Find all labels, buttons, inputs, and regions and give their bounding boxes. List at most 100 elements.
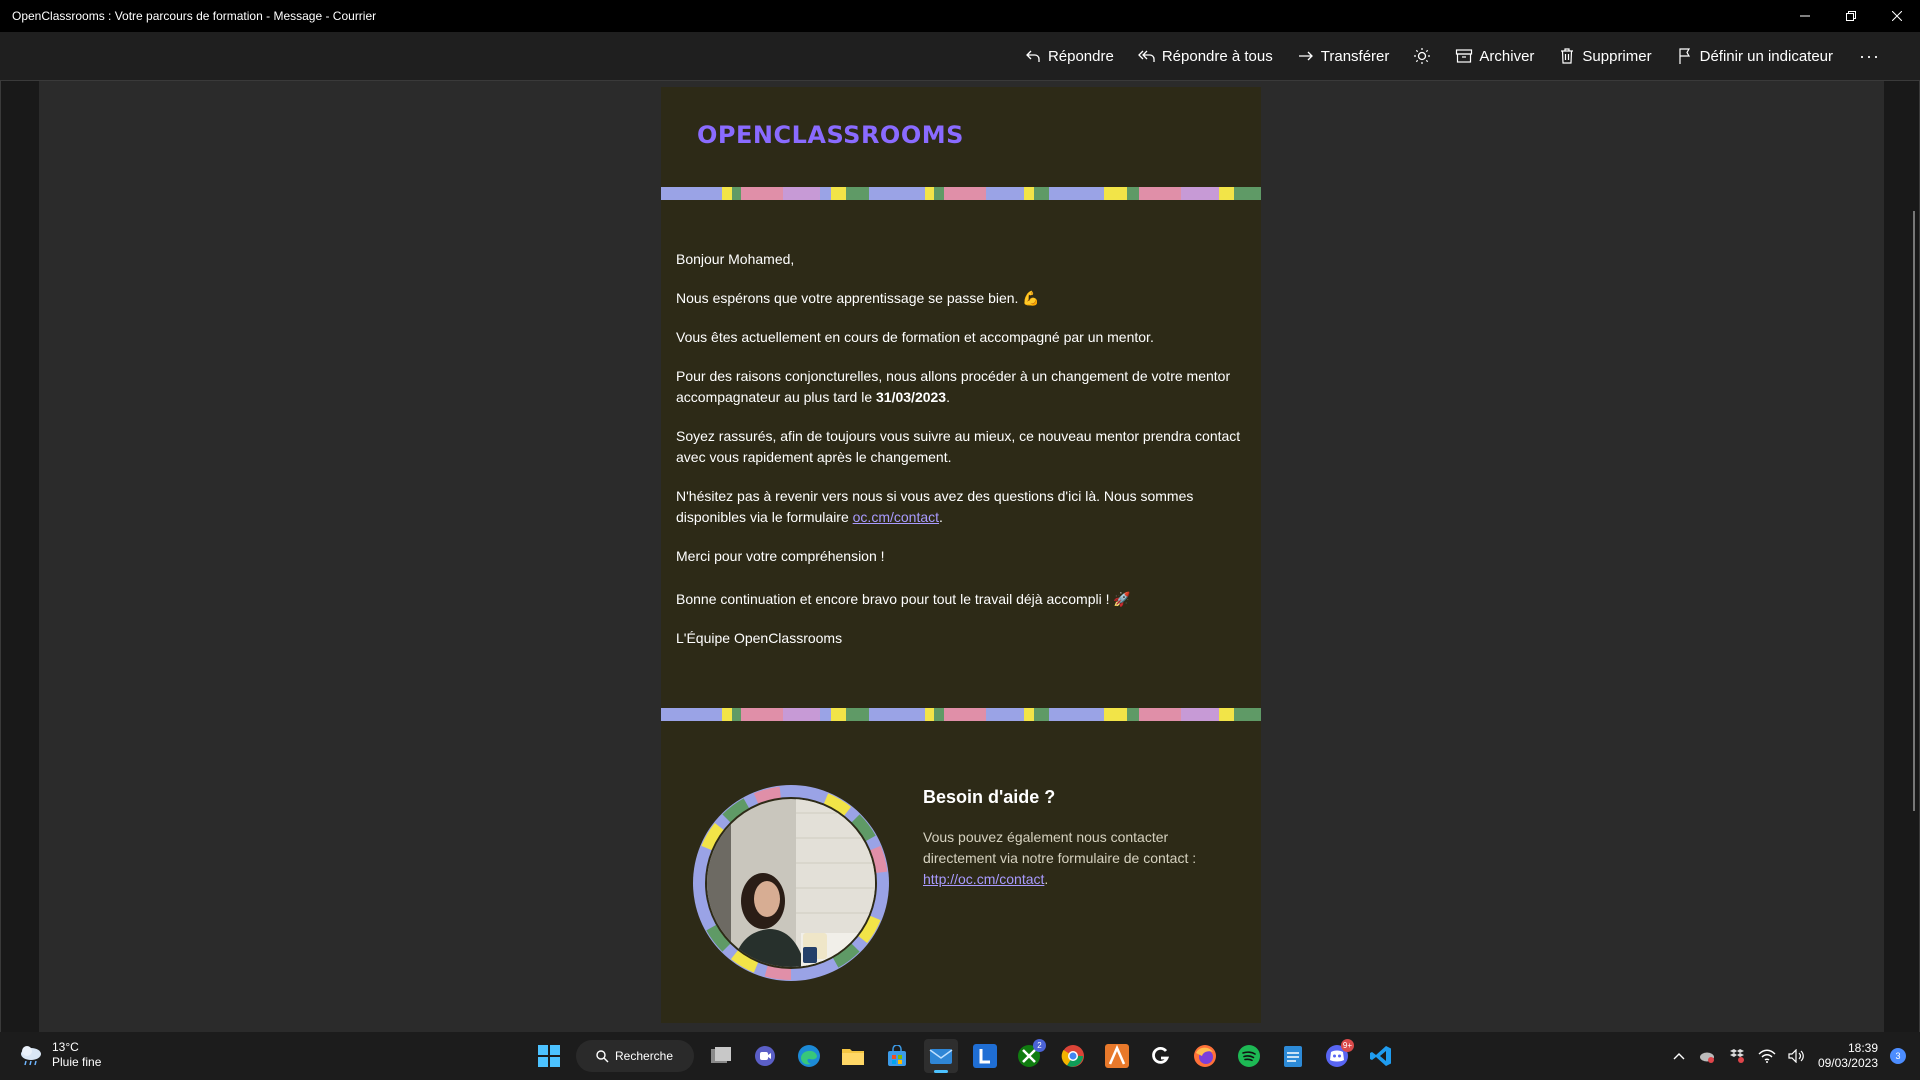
- message-toolbar: Répondre Répondre à tous Transférer Arch…: [0, 32, 1920, 80]
- stripe-segment: [868, 708, 903, 721]
- stripe-segment: [902, 187, 926, 200]
- teams-chat-icon: [755, 1046, 775, 1066]
- cloud-sync-error-icon[interactable]: [1698, 1048, 1716, 1064]
- taskbar-apps: Recherche 2 9+: [532, 1038, 1398, 1074]
- taskbar-discord[interactable]: 9+: [1320, 1039, 1354, 1073]
- stripe-segment: [830, 187, 846, 200]
- reply-all-icon: [1137, 50, 1155, 62]
- stripe-segment: [1218, 187, 1234, 200]
- stripe-segment: [1233, 708, 1261, 721]
- clock-date: 09/03/2023: [1817, 1056, 1878, 1070]
- contact-link[interactable]: oc.cm/contact: [853, 509, 939, 525]
- windows-logo-icon: [538, 1045, 560, 1067]
- help-title: Besoin d'aide ?: [923, 787, 1056, 807]
- clock-time: 18:39: [1847, 1041, 1878, 1055]
- delete-label: Supprimer: [1582, 47, 1652, 65]
- taskbar-vscode[interactable]: [1364, 1039, 1398, 1073]
- stripe-segment: [709, 187, 722, 200]
- stripe-segment: [1181, 187, 1219, 200]
- taskbar-xbox[interactable]: 2: [1012, 1039, 1046, 1073]
- taskbar-store[interactable]: [880, 1039, 914, 1073]
- weather-widget[interactable]: 13°C Pluie fine: [18, 1040, 101, 1070]
- taskbar-spotify[interactable]: [1232, 1039, 1266, 1073]
- stripe-segment: [732, 187, 741, 200]
- stripe-segment: [1233, 187, 1261, 200]
- paragraph-5: N'hésitez pas à revenir vers nous si vou…: [676, 488, 1194, 525]
- taskbar-firefox[interactable]: [1188, 1039, 1222, 1073]
- window-title: OpenClassrooms : Votre parcours de forma…: [12, 9, 377, 23]
- paragraph-2: Vous êtes actuellement en cours de forma…: [676, 329, 1154, 345]
- stripe-segment: [830, 708, 846, 721]
- spotify-icon: [1238, 1045, 1260, 1067]
- taskbar-chrome[interactable]: [1056, 1039, 1090, 1073]
- taskbar-task-view[interactable]: [704, 1039, 738, 1073]
- vscode-icon: [1370, 1046, 1391, 1066]
- taskbar-teams[interactable]: [748, 1039, 782, 1073]
- title-bar: OpenClassrooms : Votre parcours de forma…: [0, 0, 1920, 32]
- forward-arrow-icon: [1298, 51, 1313, 61]
- weather-temperature: 13°C: [52, 1040, 79, 1054]
- message-body-area: OPENCLASSROOMS Bonjour Mohamed, Nous esp…: [39, 81, 1884, 1032]
- theme-toggle-button[interactable]: [1413, 40, 1431, 72]
- reply-icon: [1026, 50, 1040, 62]
- chevron-up-icon[interactable]: [1672, 1051, 1686, 1061]
- stripe-segment: [782, 187, 821, 200]
- flag-button[interactable]: Définir un indicateur: [1676, 40, 1833, 72]
- volume-icon[interactable]: [1788, 1049, 1806, 1063]
- forward-button[interactable]: Transférer: [1297, 40, 1390, 72]
- restore-button[interactable]: [1828, 0, 1874, 32]
- wifi-icon[interactable]: [1758, 1049, 1776, 1063]
- taskbar-search[interactable]: Recherche: [576, 1040, 694, 1072]
- reply-button[interactable]: Répondre: [1024, 40, 1114, 72]
- weather-text: 13°C Pluie fine: [52, 1040, 101, 1070]
- decorative-stripe-top: [661, 187, 1261, 200]
- minimize-button[interactable]: [1782, 0, 1828, 32]
- taskbar-file-explorer[interactable]: [836, 1039, 870, 1073]
- taskbar-edge[interactable]: [792, 1039, 826, 1073]
- stripe-segment: [1023, 187, 1035, 200]
- start-button[interactable]: [532, 1039, 566, 1073]
- taskbar-mail[interactable]: [924, 1039, 958, 1073]
- trash-icon: [1561, 48, 1574, 64]
- more-actions-button[interactable]: ···: [1859, 40, 1880, 72]
- stripe-segment: [740, 187, 783, 200]
- search-label: Recherche: [615, 1049, 674, 1063]
- stripe-segment: [1103, 708, 1127, 721]
- stripe-segment: [1048, 187, 1073, 200]
- help-contact-link[interactable]: http://oc.cm/contact: [923, 871, 1044, 887]
- taskbar-logitech[interactable]: [1144, 1039, 1178, 1073]
- stripe-segment: [709, 708, 722, 721]
- edge-browser-icon: [798, 1045, 820, 1067]
- more-icon: ···: [1859, 45, 1880, 66]
- stripe-segment: [1034, 708, 1049, 721]
- minimize-icon: [1800, 15, 1810, 17]
- archive-button[interactable]: Archiver: [1455, 40, 1534, 72]
- dropbox-error-icon[interactable]: [1728, 1048, 1746, 1064]
- clock[interactable]: 18:39 09/03/2023: [1818, 1041, 1878, 1071]
- stripe-segment: [782, 708, 821, 721]
- chrome-icon: [1061, 1045, 1084, 1067]
- stripe-segment: [1034, 187, 1049, 200]
- message-viewer[interactable]: OPENCLASSROOMS Bonjour Mohamed, Nous esp…: [0, 80, 1920, 1032]
- discord-badge: 9+: [1340, 1039, 1354, 1052]
- stripe-segment: [1103, 187, 1127, 200]
- support-agent-avatar: [693, 785, 889, 981]
- taskbar-notepad[interactable]: [1276, 1039, 1310, 1073]
- close-button[interactable]: [1874, 0, 1920, 32]
- folder-icon: [842, 1049, 864, 1065]
- taskbar-l-app[interactable]: [968, 1039, 1002, 1073]
- notification-count-badge[interactable]: 3: [1890, 1048, 1906, 1064]
- stripe-segment: [944, 708, 987, 721]
- forward-label: Transférer: [1320, 47, 1390, 65]
- reply-all-button[interactable]: Répondre à tous: [1137, 40, 1273, 72]
- stripe-segment: [1023, 708, 1035, 721]
- system-tray: 18:39 09/03/2023 3: [1672, 1040, 1906, 1072]
- stripe-segment: [820, 187, 831, 200]
- delete-button[interactable]: Supprimer: [1558, 40, 1652, 72]
- vertical-scrollbar[interactable]: [1913, 211, 1915, 811]
- stripe-segment: [1126, 708, 1140, 721]
- stripe-segment: [845, 187, 869, 200]
- taskbar-avast[interactable]: [1100, 1039, 1134, 1073]
- flag-icon: [1679, 48, 1690, 64]
- reply-all-label: Répondre à tous: [1161, 47, 1273, 65]
